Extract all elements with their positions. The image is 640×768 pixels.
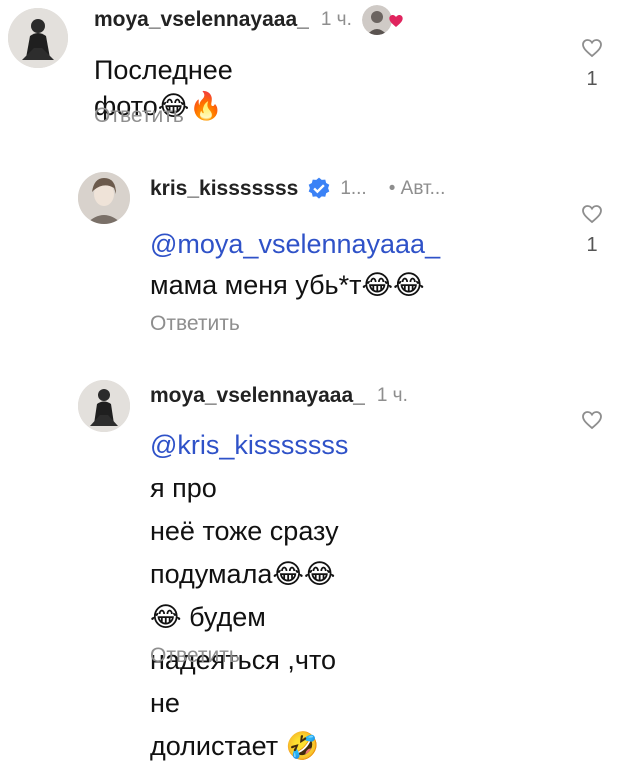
reply-button[interactable]: Ответить (150, 644, 240, 668)
verified-badge-icon (309, 177, 330, 199)
like-control[interactable]: 1 (572, 36, 612, 91)
heart-outline-icon[interactable] (580, 408, 604, 432)
comment-time: 1 ч. (320, 9, 352, 30)
comment-emoji: 🤣 (285, 731, 320, 762)
comment-username[interactable]: moya_vselennayaaa_ (94, 8, 309, 32)
like-control[interactable]: 1 (572, 202, 612, 257)
author-liked-avatar (361, 5, 403, 35)
avatar-photo-icon (78, 380, 130, 432)
reply-button[interactable]: Ответить (150, 312, 240, 336)
comment-username[interactable]: kris_kisssssss (150, 177, 298, 201)
heart-icon (389, 15, 403, 27)
comment-username[interactable]: moya_vselennayaaa_ (150, 384, 365, 408)
author-badge: • Авт... (388, 178, 446, 199)
avatar-photo-icon (78, 172, 130, 224)
avatar[interactable] (78, 380, 130, 432)
comment-text: @kris_kisssssss я про неё тоже сразу под… (150, 430, 349, 762)
like-control[interactable] (572, 408, 612, 432)
comment-time: 1 ч. (376, 385, 408, 406)
comment-time: 1... (340, 178, 367, 199)
avatar[interactable] (8, 8, 68, 68)
avatar[interactable] (78, 172, 130, 224)
reply-button[interactable]: Ответить (94, 104, 184, 128)
comment-emoji: 😂😂 (361, 270, 425, 301)
like-count: 1 (586, 68, 598, 90)
heart-outline-icon[interactable] (580, 202, 604, 226)
mention-link[interactable]: @moya_vselennayaaa_ (150, 224, 440, 265)
comment-text: @moya_vselennayaaa_ мама меня убь*т😂😂 (150, 224, 440, 306)
mention-link[interactable]: @kris_kisssssss (150, 430, 348, 460)
heart-outline-icon[interactable] (580, 36, 604, 60)
like-count: 1 (586, 234, 598, 256)
avatar-photo-icon (8, 8, 68, 68)
